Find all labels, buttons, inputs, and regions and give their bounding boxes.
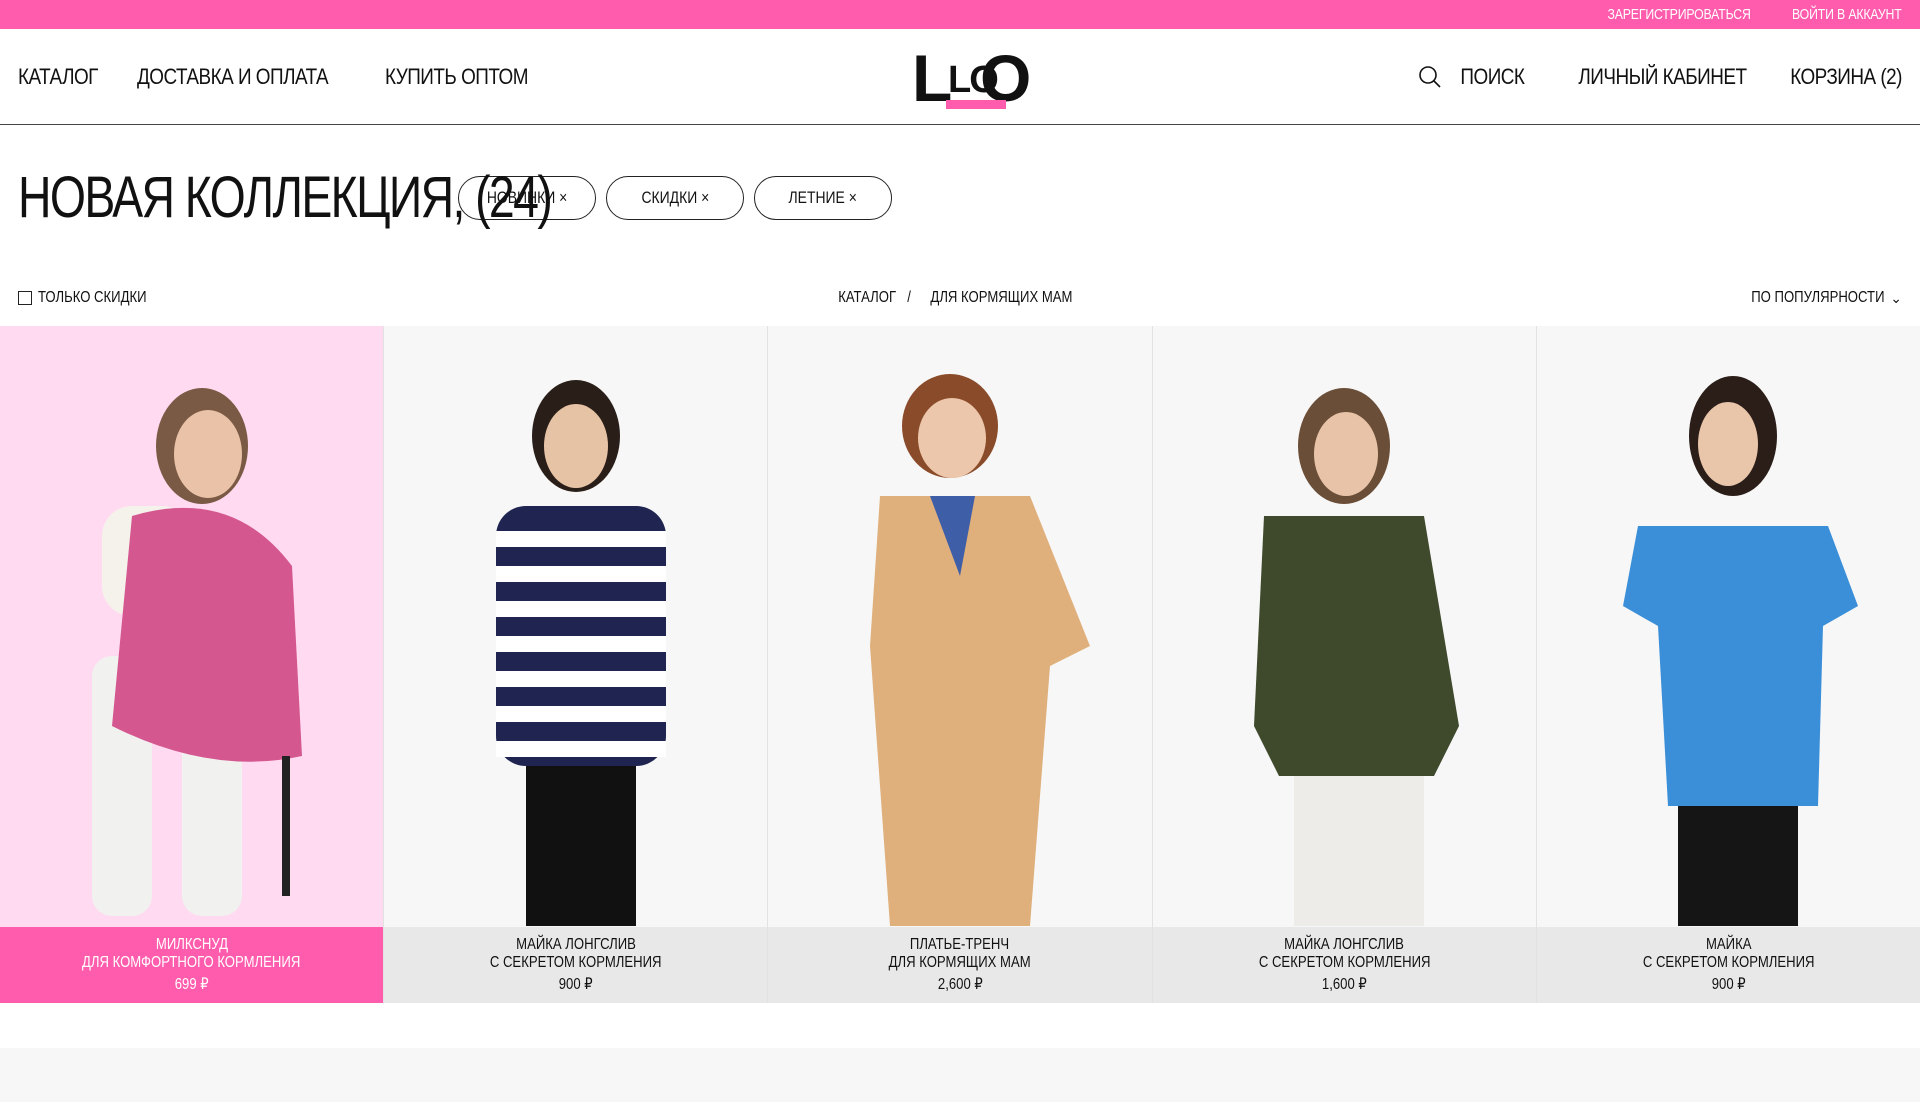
sort-label: ПО ПОПУЛЯРНОСТИ bbox=[1751, 289, 1885, 306]
striped-top bbox=[495, 506, 666, 766]
product-model-image bbox=[1623, 376, 1859, 926]
product-name-line1: МАЙКА ЛОНГСЛИВ bbox=[1284, 936, 1405, 953]
title-row: НОВАЯ КОЛЛЕКЦИЯ, (24) НОВИНКИ × СКИДКИ ×… bbox=[0, 125, 1920, 270]
account-link[interactable]: ЛИЧНЫЙ КАБИНЕТ bbox=[1578, 64, 1747, 90]
chip-label: СКИДКИ × bbox=[641, 187, 709, 207]
product-name-line1: ПЛАТЬЕ-ТРЕНЧ bbox=[910, 936, 1010, 953]
top-bar: ЗАРЕГИСТРИРОВАТЬСЯ ВОЙТИ В АККАУНТ bbox=[0, 0, 1920, 29]
nav-wholesale[interactable]: КУПИТЬ ОПТОМ bbox=[385, 64, 529, 90]
product-price: 1,600 ₽ bbox=[1321, 976, 1367, 993]
product-model-image bbox=[1254, 388, 1460, 926]
only-discounts-toggle[interactable]: ТОЛЬКО СКИДКИ bbox=[18, 289, 170, 307]
register-link[interactable]: ЗАРЕГИСТРИРОВАТЬСЯ bbox=[1607, 6, 1750, 23]
product-caption[interactable]: МИЛКСНУД ДЛЯ КОМФОРТНОГО КОРМЛЕНИЯ 699 ₽ bbox=[0, 927, 384, 1003]
product-caption[interactable]: МАЙКА ЛОНГСЛИВ С СЕКРЕТОМ КОРМЛЕНИЯ 1,60… bbox=[1152, 927, 1536, 1003]
product-name-line2: С СЕКРЕТОМ КОРМЛЕНИЯ bbox=[1642, 954, 1815, 971]
logo[interactable]: L LO O bbox=[912, 41, 1031, 115]
site-header: КАТАЛОГ ДОСТАВКА И ОПЛАТА КУПИТЬ ОПТОМ L… bbox=[0, 29, 1920, 125]
header-actions: ПОИСК ЛИЧНЫЙ КАБИНЕТ КОРЗИНА (2) bbox=[1418, 64, 1903, 90]
nav-delivery[interactable]: ДОСТАВКА И ОПЛАТА bbox=[137, 64, 329, 90]
product-grid: МИЛКСНУД ДЛЯ КОМФОРТНОГО КОРМЛЕНИЯ 699 ₽ bbox=[0, 326, 1920, 1004]
product-model-image bbox=[495, 380, 666, 926]
breadcrumb: КАТАЛОГ / ДЛЯ КОРМЯЩИХ МАМ bbox=[832, 289, 1088, 307]
breadcrumb-catalog[interactable]: КАТАЛОГ bbox=[838, 289, 896, 307]
product-card[interactable]: МАЙКА ЛОНГСЛИВ С СЕКРЕТОМ КОРМЛЕНИЯ 1,60… bbox=[1152, 326, 1537, 1003]
filter-row: ТОЛЬКО СКИДКИ КАТАЛОГ / ДЛЯ КОРМЯЩИХ МАМ… bbox=[0, 270, 1920, 326]
chip-summer[interactable]: ЛЕТНИЕ × bbox=[754, 175, 892, 220]
product-price: 900 ₽ bbox=[558, 976, 593, 993]
product-photo[interactable] bbox=[1536, 326, 1920, 927]
product-card[interactable]: МАЙКА С СЕКРЕТОМ КОРМЛЕНИЯ 900 ₽ bbox=[1536, 326, 1920, 1003]
product-photo[interactable] bbox=[1152, 326, 1536, 927]
search-icon bbox=[1419, 65, 1441, 88]
product-model-image bbox=[91, 388, 302, 916]
page-title: НОВАЯ КОЛЛЕКЦИЯ, (24) bbox=[18, 165, 553, 230]
product-price: 699 ₽ bbox=[174, 976, 209, 993]
product-name-line1: МИЛКСНУД bbox=[155, 936, 228, 953]
product-caption[interactable]: МАЙКА ЛОНГСЛИВ С СЕКРЕТОМ КОРМЛЕНИЯ 900 … bbox=[384, 927, 768, 1003]
product-card[interactable]: МИЛКСНУД ДЛЯ КОМФОРТНОГО КОРМЛЕНИЯ 699 ₽ bbox=[0, 326, 385, 1003]
product-price: 2,600 ₽ bbox=[937, 976, 983, 993]
sort-select[interactable]: ПО ПОПУЛЯРНОСТИ ⌄ bbox=[1722, 289, 1902, 307]
breadcrumb-current: ДЛЯ КОРМЯЩИХ МАМ bbox=[930, 289, 1073, 306]
only-discounts-checkbox[interactable] bbox=[18, 291, 32, 305]
product-name-line2: ДЛЯ КОРМЯЩИХ МАМ bbox=[888, 954, 1032, 971]
only-discounts-label: ТОЛЬКО СКИДКИ bbox=[38, 289, 147, 306]
search-label[interactable]: ПОИСК bbox=[1460, 64, 1525, 90]
product-name-line1: МАЙКА bbox=[1705, 936, 1752, 953]
breadcrumb-separator: / bbox=[906, 289, 911, 306]
product-card[interactable]: МАЙКА ЛОНГСЛИВ С СЕКРЕТОМ КОРМЛЕНИЯ 900 … bbox=[384, 326, 769, 1003]
product-name-line2: ДЛЯ КОМФОРТНОГО КОРМЛЕНИЯ bbox=[82, 954, 301, 971]
product-caption[interactable]: ПЛАТЬЕ-ТРЕНЧ ДЛЯ КОРМЯЩИХ МАМ 2,600 ₽ bbox=[768, 927, 1152, 1003]
chip-sale[interactable]: СКИДКИ × bbox=[606, 175, 744, 220]
main-nav: КАТАЛОГ ДОСТАВКА И ОПЛАТА КУПИТЬ ОПТОМ bbox=[18, 64, 551, 90]
logo-underline bbox=[946, 100, 1006, 109]
product-card[interactable]: ПЛАТЬЕ-ТРЕНЧ ДЛЯ КОРМЯЩИХ МАМ 2,600 ₽ bbox=[768, 326, 1153, 1003]
product-name-line1: МАЙКА ЛОНГСЛИВ bbox=[515, 936, 636, 953]
chip-label: НОВИНКИ × bbox=[486, 187, 568, 207]
chip-label: ЛЕТНИЕ × bbox=[788, 187, 858, 207]
nav-catalog[interactable]: КАТАЛОГ bbox=[18, 64, 98, 90]
next-row-placeholder bbox=[0, 1048, 1920, 1102]
product-model-image bbox=[870, 374, 1090, 926]
logo-letter-l: L bbox=[912, 41, 952, 115]
product-name-line2: С СЕКРЕТОМ КОРМЛЕНИЯ bbox=[1258, 954, 1431, 971]
product-caption[interactable]: МАЙКА С СЕКРЕТОМ КОРМЛЕНИЯ 900 ₽ bbox=[1536, 927, 1920, 1003]
chevron-down-icon: ⌄ bbox=[1890, 289, 1902, 306]
cart-link[interactable]: КОРЗИНА (2) bbox=[1790, 64, 1902, 90]
product-photo[interactable] bbox=[768, 326, 1152, 927]
product-photo[interactable] bbox=[0, 326, 384, 927]
search-button[interactable]: ПОИСК bbox=[1418, 64, 1525, 90]
login-link[interactable]: ВОЙТИ В АККАУНТ bbox=[1792, 6, 1902, 23]
product-name-line2: С СЕКРЕТОМ КОРМЛЕНИЯ bbox=[489, 954, 662, 971]
product-photo[interactable] bbox=[384, 326, 768, 927]
product-price: 900 ₽ bbox=[1711, 976, 1746, 993]
